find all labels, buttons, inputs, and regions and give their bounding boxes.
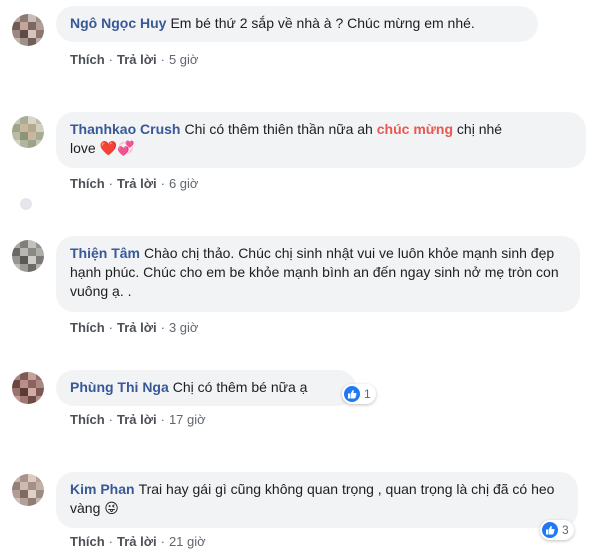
reaction-count: 3 xyxy=(562,523,569,537)
comment-text: Trai hay gái gì cũng không quan trọng , … xyxy=(70,481,555,516)
hearts-emoji-icon: ❤️💞 xyxy=(99,140,135,156)
comment-time[interactable]: 5 giờ xyxy=(169,52,199,67)
comment-bubble: Kim Phan Trai hay gái gì cũng không quan … xyxy=(56,472,578,528)
avatar[interactable] xyxy=(12,14,44,46)
like-link[interactable]: Thích xyxy=(70,534,105,549)
like-link[interactable]: Thích xyxy=(70,320,105,335)
comment-time[interactable]: 3 giờ xyxy=(169,320,199,335)
like-link[interactable]: Thích xyxy=(70,176,105,191)
comment-bubble: Thiện Tâm Chào chị thảo. Chúc chị sinh nh… xyxy=(56,236,580,312)
comment-bubble: Phùng Thi Nga Chị có thêm bé nữa ạ xyxy=(56,370,356,406)
comment-text-line2: love xyxy=(70,140,96,156)
comment-time[interactable]: 21 giờ xyxy=(169,534,206,549)
avatar[interactable] xyxy=(12,474,44,506)
like-link[interactable]: Thích xyxy=(70,412,105,427)
avatar[interactable] xyxy=(12,372,44,404)
wink-tongue-emoji-icon: 😜 xyxy=(104,500,119,516)
comment-author[interactable]: Thiện Tâm xyxy=(70,245,140,261)
reaction-count: 1 xyxy=(364,387,371,401)
comment-text: Chào chị thảo. Chúc chị sinh nhật vui ve… xyxy=(70,245,559,299)
comment-actions: Thích · Trả lời · 3 giờ xyxy=(70,320,199,335)
reply-link[interactable]: Trả lời xyxy=(117,176,157,191)
comment-text: Chị có thêm bé nữa ạ xyxy=(172,379,308,395)
reply-link[interactable]: Trả lời xyxy=(117,412,157,427)
comment-author[interactable]: Ngô Ngọc Huy xyxy=(70,15,166,31)
comment-author[interactable]: Thanhkao Crush xyxy=(70,121,180,137)
comment-bubble: Thanhkao Crush Chi có thêm thiên thần nữa… xyxy=(56,112,586,168)
comment-bubble: Ngô Ngọc Huy Em bé thứ 2 sắp về nhà à ? C… xyxy=(56,6,538,42)
comment-time[interactable]: 17 giờ xyxy=(169,412,206,427)
comment-actions: Thích · Trả lời · 17 giờ xyxy=(70,412,206,427)
comment-text-after: chị nhé xyxy=(456,121,503,137)
comment-text: Em bé thứ 2 sắp về nhà à ? Chúc mừng em … xyxy=(170,15,475,31)
comment-actions: Thích · Trả lời · 5 giờ xyxy=(70,52,199,67)
comment-actions: Thích · Trả lời · 6 giờ xyxy=(70,176,199,191)
reaction-badge[interactable]: 1 xyxy=(342,384,376,404)
reply-link[interactable]: Trả lời xyxy=(117,52,157,67)
like-link[interactable]: Thích xyxy=(70,52,105,67)
reply-link[interactable]: Trả lời xyxy=(117,320,157,335)
reply-link[interactable]: Trả lời xyxy=(117,534,157,549)
thread-dot xyxy=(20,198,32,210)
comment-time[interactable]: 6 giờ xyxy=(169,176,199,191)
comment-actions: Thích · Trả lời · 21 giờ xyxy=(70,534,206,549)
highlighted-text[interactable]: chúc mừng xyxy=(377,121,453,137)
comment-author[interactable]: Phùng Thi Nga xyxy=(70,379,169,395)
like-reaction-icon xyxy=(542,522,558,538)
comment-text: Chi có thêm thiên thần nữa ah xyxy=(184,121,373,137)
like-reaction-icon xyxy=(344,386,360,402)
avatar[interactable] xyxy=(12,116,44,148)
reaction-badge[interactable]: 3 xyxy=(540,520,574,540)
avatar[interactable] xyxy=(12,240,44,272)
comment-author[interactable]: Kim Phan xyxy=(70,481,135,497)
